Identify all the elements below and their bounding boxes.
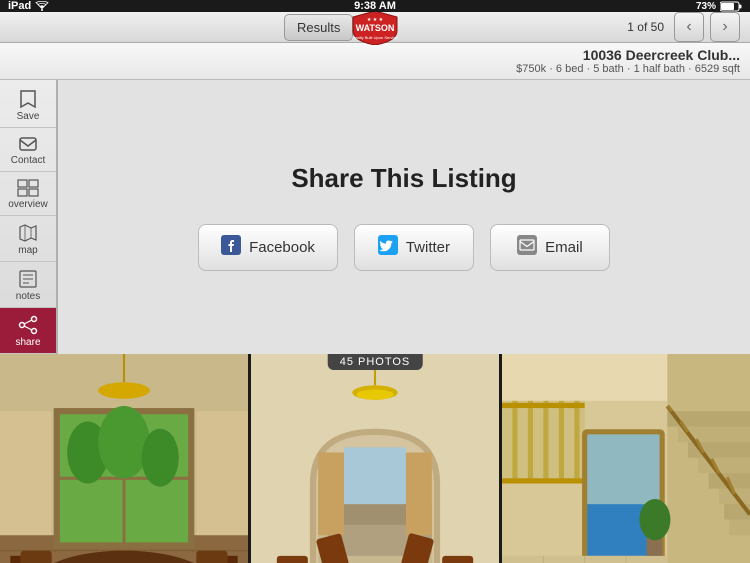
sidebar-item-notes[interactable]: notes <box>0 262 56 308</box>
email-label: Email <box>545 239 583 256</box>
content-row: Save Contact overview <box>0 80 750 354</box>
map-icon <box>18 223 38 243</box>
save-icon <box>18 89 38 109</box>
photo-1-image <box>0 354 248 563</box>
property-name: 10036 Deercreek Club... <box>10 47 740 63</box>
contact-label: Contact <box>11 155 45 166</box>
twitter-logo <box>378 235 398 255</box>
battery-icon <box>720 1 742 12</box>
sidebar-item-map[interactable]: map <box>0 216 56 262</box>
nav-bar: Results ★ ★ ★ WATSON Realty Built Upon S… <box>0 12 750 43</box>
map-label: map <box>18 245 37 256</box>
nav-right: 1 of 50 ‹ › <box>627 12 740 42</box>
wifi-icon <box>35 1 49 11</box>
facebook-logo <box>221 235 241 255</box>
facebook-label: Facebook <box>249 239 315 256</box>
share-icon <box>18 315 38 335</box>
status-right: 73% <box>696 1 742 12</box>
sidebar-nav: Save Contact overview <box>0 80 58 354</box>
page-count: 1 of 50 <box>627 20 664 34</box>
photo-1[interactable]: ©2012 NEFMLS, Inc. <box>0 354 251 563</box>
overview-label: overview <box>8 199 47 210</box>
share-content-area: Share This Listing Facebook <box>58 80 750 354</box>
photo-2[interactable]: ©2012 NEFMLS, Inc. <box>251 354 502 563</box>
sidebar-item-overview[interactable]: overview <box>0 172 56 216</box>
results-button[interactable]: Results <box>284 14 353 41</box>
status-left: iPad <box>8 0 49 12</box>
prev-button[interactable]: ‹ <box>674 12 704 42</box>
watson-logo: ★ ★ ★ WATSON Realty Built Upon Service <box>349 9 401 45</box>
notes-icon <box>18 269 38 289</box>
battery-label: 73% <box>696 1 716 12</box>
twitter-icon <box>378 235 398 260</box>
facebook-icon <box>221 235 241 260</box>
property-bar: 10036 Deercreek Club... $750k · 6 bed · … <box>0 43 750 80</box>
photos-section: 45 PHOTOS <box>0 354 750 563</box>
overview-icon <box>17 179 39 197</box>
notes-label: notes <box>16 291 40 302</box>
photo-3-image <box>502 354 750 563</box>
status-bar: iPad 9:38 AM 73% <box>0 0 750 12</box>
sidebar-item-save[interactable]: Save <box>0 82 56 128</box>
share-buttons: Facebook Twitter <box>198 224 610 271</box>
carrier-label: iPad <box>8 0 31 12</box>
sidebar-item-contact[interactable]: Contact <box>0 128 56 172</box>
svg-text:WATSON: WATSON <box>356 23 395 33</box>
email-icon <box>517 235 537 260</box>
share-title: Share This Listing <box>291 163 516 194</box>
facebook-share-button[interactable]: Facebook <box>198 224 338 271</box>
next-button[interactable]: › <box>710 12 740 42</box>
property-details: $750k · 6 bed · 5 bath · 1 half bath · 6… <box>10 63 740 75</box>
svg-text:Realty Built Upon Service: Realty Built Upon Service <box>352 35 398 40</box>
photo-2-image <box>251 354 499 563</box>
email-logo <box>517 235 537 255</box>
save-label: Save <box>17 111 40 122</box>
twitter-label: Twitter <box>406 239 450 256</box>
sidebar-item-share[interactable]: share <box>0 308 56 354</box>
app-container: iPad 9:38 AM 73% Results <box>0 0 750 563</box>
contact-icon <box>18 135 38 153</box>
status-time: 9:38 AM <box>354 0 396 12</box>
photos-badge: 45 PHOTOS <box>328 354 423 370</box>
photos-grid: ©2012 NEFMLS, Inc. <box>0 354 750 563</box>
share-label: share <box>15 337 40 348</box>
photo-3[interactable]: ©2012 NEFMLS, Inc. <box>502 354 750 563</box>
twitter-share-button[interactable]: Twitter <box>354 224 474 271</box>
watson-logo-svg: ★ ★ ★ WATSON Realty Built Upon Service <box>349 9 401 45</box>
email-share-button[interactable]: Email <box>490 224 610 271</box>
